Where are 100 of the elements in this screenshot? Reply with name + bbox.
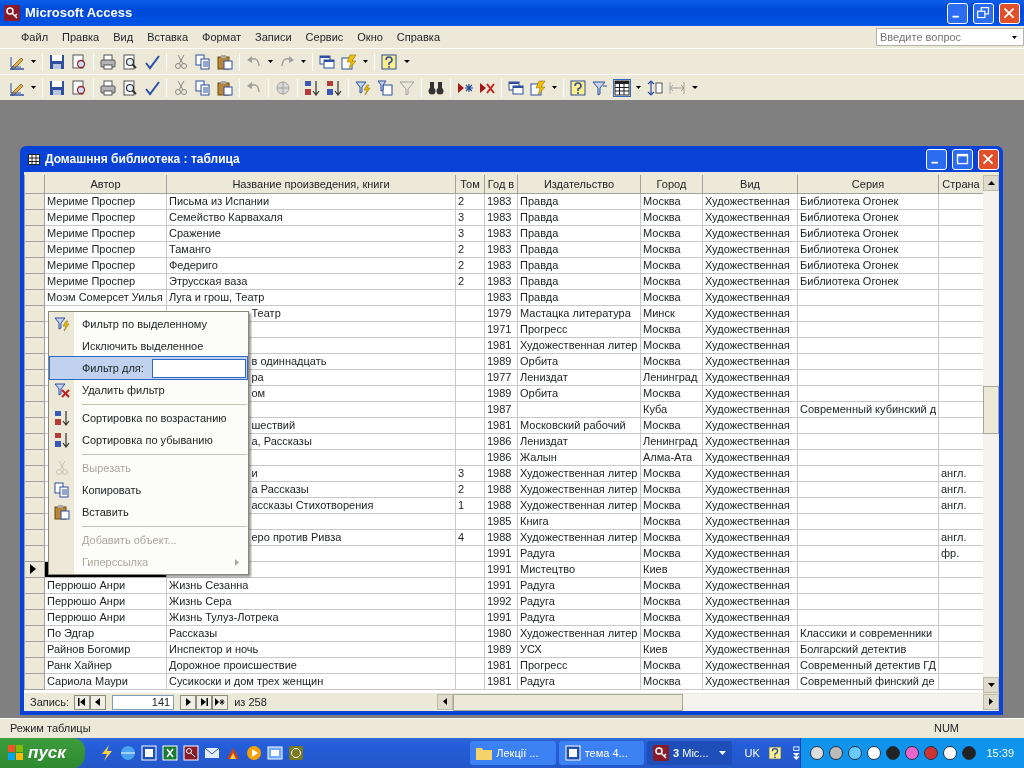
scrollbar-thumb[interactable] <box>983 386 999 434</box>
dropdown-arrow-icon[interactable] <box>31 60 36 63</box>
close-button[interactable] <box>999 2 1020 24</box>
column-header[interactable]: Автор <box>44 175 167 193</box>
menu-item[interactable]: Фильтр для: <box>50 357 247 379</box>
row-height-icon[interactable] <box>647 79 663 96</box>
column-header[interactable]: Серия <box>797 175 939 193</box>
menu-item[interactable]: Сервис <box>298 26 351 48</box>
print-icon[interactable] <box>100 53 116 70</box>
help-icon[interactable] <box>767 745 782 761</box>
sort-ascending-icon[interactable] <box>304 79 320 96</box>
maximize-button[interactable] <box>952 148 973 170</box>
globe-icon[interactable] <box>119 745 136 761</box>
minimize-button[interactable] <box>947 2 968 24</box>
menu-item[interactable]: Справка <box>389 26 447 48</box>
menu-item[interactable]: Файл <box>14 26 56 48</box>
funnel-icon[interactable] <box>592 79 608 96</box>
column-header[interactable]: Издательство <box>517 175 641 193</box>
menu-item[interactable]: Формат <box>195 26 249 48</box>
print-icon[interactable] <box>100 79 116 96</box>
dropdown-arrow-icon[interactable] <box>552 86 557 89</box>
dropdown-arrow-icon[interactable] <box>636 86 641 89</box>
play-icon[interactable] <box>245 745 262 761</box>
start-button[interactable]: пуск <box>0 738 85 768</box>
new-object-icon[interactable] <box>341 53 357 70</box>
page-search-icon[interactable] <box>71 53 87 70</box>
spreadsheet-icon[interactable] <box>161 745 178 761</box>
sort-descending-icon[interactable] <box>326 79 342 96</box>
column-header[interactable]: Страна <box>938 175 983 193</box>
save-icon[interactable] <box>49 79 65 96</box>
menu-item[interactable]: Вид <box>106 26 141 48</box>
column-header[interactable]: Том <box>455 175 485 193</box>
scroll-left-button[interactable] <box>436 693 453 710</box>
window-icon[interactable] <box>266 745 283 761</box>
paste-icon[interactable] <box>217 79 233 96</box>
dropdown-arrow-icon[interactable] <box>301 60 306 63</box>
paste-icon[interactable] <box>217 53 233 70</box>
chevron-icon[interactable] <box>403 59 411 64</box>
help-icon[interactable] <box>570 79 586 96</box>
table-cell: Таманго <box>166 241 456 257</box>
column-header[interactable]: Год в <box>484 175 518 193</box>
first-record-button[interactable] <box>74 694 91 710</box>
menu-item[interactable]: Записи <box>248 26 299 48</box>
close-button[interactable] <box>978 148 999 170</box>
language-indicator[interactable]: UK <box>744 744 760 762</box>
table-cell: 1979 <box>484 305 518 321</box>
print-preview-icon[interactable] <box>122 79 138 96</box>
taskbar-button[interactable]: 3 Mic... <box>647 741 733 765</box>
record-number-field[interactable]: 141 <box>112 694 175 710</box>
new-object-icon[interactable] <box>530 79 546 96</box>
table-cell: Радуга <box>517 577 641 593</box>
arrow-right-icon <box>989 698 993 705</box>
key-icon[interactable] <box>182 745 199 761</box>
binoculars-icon[interactable] <box>428 79 444 96</box>
help-icon[interactable] <box>381 53 397 70</box>
page-search-icon[interactable] <box>71 79 87 96</box>
menu-item[interactable]: Правка <box>55 26 107 48</box>
envelope-icon[interactable] <box>203 745 220 761</box>
table-cell: Библиотека Огонек <box>797 257 939 273</box>
menu-item[interactable]: Вставка <box>140 26 195 48</box>
scroll-up-button[interactable] <box>983 175 999 191</box>
scrollbar-thumb[interactable] <box>452 693 683 711</box>
table-grid-icon[interactable] <box>614 79 630 96</box>
help-search-field[interactable]: Введите вопрос <box>876 28 1024 46</box>
print-preview-icon[interactable] <box>122 53 138 70</box>
funnel-form-icon[interactable] <box>377 79 393 96</box>
dropdown-arrow-icon[interactable] <box>363 60 368 63</box>
scroll-right-button[interactable] <box>983 693 999 710</box>
scroll-down-button[interactable] <box>983 677 999 693</box>
taskbar-button[interactable]: тема 4... <box>558 741 645 765</box>
windows-icon[interactable] <box>319 53 335 70</box>
windows-icon[interactable] <box>508 79 524 96</box>
restore-button[interactable] <box>973 2 994 24</box>
filter-input-field[interactable] <box>152 358 246 378</box>
minimize-button[interactable] <box>926 148 947 170</box>
previous-record-button[interactable] <box>90 694 107 710</box>
scissors-icon[interactable] <box>173 79 189 96</box>
column-header[interactable]: Вид <box>702 175 798 193</box>
menu-item[interactable]: Окно <box>350 26 390 48</box>
taskbar-button[interactable]: Лекції ... <box>470 741 556 765</box>
last-record-button[interactable] <box>196 694 213 710</box>
funnel-lightning-icon[interactable] <box>355 79 371 96</box>
scissors-icon[interactable] <box>173 53 189 70</box>
save-icon[interactable] <box>49 53 65 70</box>
dropdown-arrow-icon[interactable] <box>31 86 36 89</box>
new-record-button[interactable] <box>212 694 229 710</box>
column-header[interactable]: Название произведения, книги <box>166 175 456 193</box>
chevron-icon[interactable] <box>691 85 699 90</box>
copy-icon[interactable] <box>195 79 211 96</box>
copy-icon[interactable] <box>195 53 211 70</box>
table-cell: Правда <box>517 289 641 305</box>
dropdown-arrow-icon[interactable] <box>268 60 273 63</box>
next-record-button[interactable] <box>180 694 197 710</box>
spellcheck-icon[interactable] <box>144 79 160 96</box>
spellcheck-icon[interactable] <box>144 53 160 70</box>
table-cell: Москва <box>640 193 703 209</box>
restore-arrows-icon[interactable] <box>791 745 801 761</box>
document-icon[interactable] <box>140 745 157 761</box>
table-cell: Художественная литер <box>517 337 641 353</box>
column-header[interactable]: Город <box>640 175 703 193</box>
